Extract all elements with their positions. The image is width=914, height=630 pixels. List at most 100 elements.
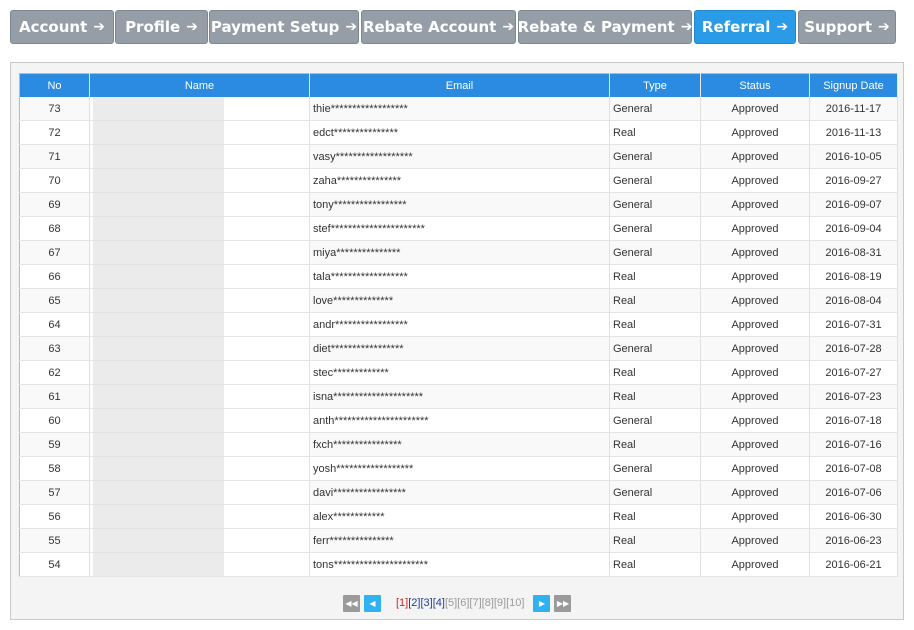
page-link[interactable]: [2] [408,597,420,609]
tab-payment-setup[interactable]: Payment Setup ➔ [209,10,359,44]
row-name [89,240,310,265]
row-type: General [609,144,701,169]
referral-panel: No Name Email Type Status Signup Date 73… [10,62,904,620]
row-signup-date: 2016-06-30 [809,504,898,529]
tab-support[interactable]: Support ➔ [798,10,896,44]
col-header-signup-date[interactable]: Signup Date [809,73,898,97]
page-link: [7] [469,597,482,609]
table-row: 54 tons********************** Real Approved… [19,552,898,577]
row-email: diet***************** [309,336,610,361]
row-status: Approved [700,192,810,217]
row-signup-date: 2016-07-31 [809,312,898,337]
redacted-name-block [93,192,224,216]
redacted-name-block [93,97,224,120]
redacted-name-block [93,384,224,408]
tab-rebate-account[interactable]: Rebate Account ➔ [361,10,516,44]
page-link: [6] [457,597,470,609]
row-signup-date: 2016-07-23 [809,384,898,409]
arrow-right-icon: ➔ [502,19,515,35]
row-no: 58 [19,456,90,481]
col-header-email[interactable]: Email [309,73,610,97]
row-name [89,408,310,433]
row-no: 54 [19,552,90,577]
row-no: 73 [19,97,90,121]
row-type: Real [609,264,701,289]
row-name [89,97,310,121]
row-status: Approved [700,528,810,553]
row-type: Real [609,312,701,337]
row-signup-date: 2016-07-27 [809,360,898,385]
row-name [89,552,310,577]
tab-profile[interactable]: Profile ➔ [115,10,208,44]
col-header-name[interactable]: Name [89,73,310,97]
table-row: 68 stef********************** General Appro… [19,216,898,241]
row-email: zaha*************** [309,168,610,193]
table-row: 71 vasy****************** General Approved 2… [19,144,898,169]
redacted-name-block [93,336,224,360]
arrow-right-icon: ➔ [776,19,789,35]
arrow-right-icon: ➔ [93,19,105,35]
tab-label: Rebate & Payment [517,18,675,36]
table-row: 63 diet***************** General Approved 20… [19,336,898,361]
redacted-name-block [93,312,224,336]
row-type: Real [609,360,701,385]
redacted-name-block [93,120,224,144]
row-name [89,432,310,457]
row-name [89,480,310,505]
table-row: 55 ferr*************** Real Approved 2016-06… [19,528,898,553]
row-email: yosh****************** [309,456,610,481]
tab-rebate-payment[interactable]: Rebate & Payment ➔ [518,10,692,44]
row-name [89,360,310,385]
row-email: miya*************** [309,240,610,265]
row-email: fxch**************** [309,432,610,457]
row-email: stec************* [309,360,610,385]
table-row: 64 andr***************** Real Approved 2016-… [19,312,898,337]
row-status: Approved [700,384,810,409]
redacted-name-block [93,408,224,432]
row-status: Approved [700,552,810,577]
redacted-name-block [93,456,224,480]
tab-referral[interactable]: Referral ➔ [694,10,796,44]
col-header-type[interactable]: Type [609,73,701,97]
prev-page-icon[interactable]: ◀ [364,594,381,612]
row-name [89,264,310,289]
table-row: 67 miya*************** General Approved 2016… [19,240,898,265]
table-row: 58 yosh****************** General Approved 2… [19,456,898,481]
tab-account[interactable]: Account ➔ [10,10,114,44]
row-status: Approved [700,288,810,313]
row-type: General [609,408,701,433]
row-status: Approved [700,456,810,481]
redacted-name-block [93,168,224,192]
row-type: Real [609,120,701,145]
row-signup-date: 2016-09-04 [809,216,898,241]
row-no: 69 [19,192,90,217]
tab-label: Payment Setup [210,18,340,36]
row-type: General [609,192,701,217]
page-link: [10] [506,597,525,609]
col-header-no[interactable]: No [19,73,90,97]
col-header-status[interactable]: Status [700,73,810,97]
row-signup-date: 2016-06-23 [809,528,898,553]
row-status: Approved [700,480,810,505]
page-link[interactable]: [1] [396,597,408,609]
tab-label: Referral [701,18,771,36]
table-header-row: No Name Email Type Status Signup Date [19,73,898,97]
row-no: 70 [19,168,90,193]
page-link[interactable]: [4] [433,597,445,609]
table-row: 65 love************** Real Approved 2016-08-… [19,288,898,313]
row-signup-date: 2016-09-07 [809,192,898,217]
row-name [89,120,310,145]
row-no: 57 [19,480,90,505]
table-row: 61 isna********************* Real Approved 2… [19,384,898,409]
row-name [89,336,310,361]
row-type: General [609,97,701,121]
table-row: 57 davi***************** General Approved 20… [19,480,898,505]
page-link[interactable]: [3] [420,597,432,609]
next-page-icon[interactable]: ▶ [533,594,551,612]
last-page-icon[interactable]: ▶▶ [554,594,572,612]
first-page-icon[interactable]: ◀◀ [343,594,360,612]
row-name [89,456,310,481]
row-no: 55 [19,528,90,553]
table-row: 62 stec************* Real Approved 2016-07-2… [19,360,898,385]
tab-label: Support [804,18,873,36]
